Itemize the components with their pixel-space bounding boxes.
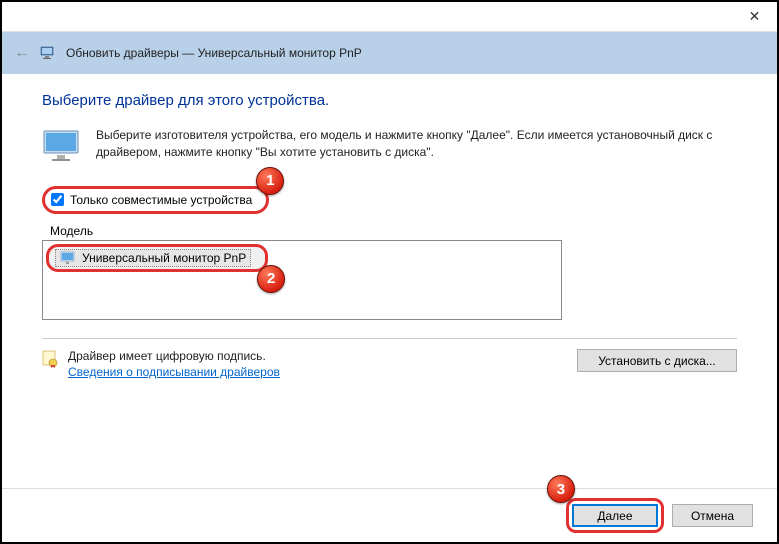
model-block: Модель Универсальный монитор PnP 2 — [42, 222, 562, 320]
monitor-header-icon — [40, 45, 56, 61]
monitor-large-icon — [42, 129, 82, 163]
dialog-header: ← Обновить драйверы — Универсальный мони… — [2, 32, 777, 74]
annotation-badge-1: 1 — [256, 167, 284, 195]
compatible-only-row: Только совместимые устройства 1 — [42, 186, 269, 214]
cancel-button[interactable]: Отмена — [672, 504, 753, 527]
signature-status: Драйвер имеет цифровую подпись. — [68, 349, 567, 363]
compatible-only-label: Только совместимые устройства — [70, 193, 252, 207]
signature-row: Драйвер имеет цифровую подпись. Сведения… — [42, 338, 737, 381]
monitor-small-icon — [60, 251, 76, 265]
close-button[interactable]: ✕ — [732, 2, 777, 31]
annotation-badge-2: 2 — [257, 265, 285, 293]
signature-info-link[interactable]: Сведения о подписывании драйверов — [68, 365, 280, 379]
dialog-content: Выберите драйвер для этого устройства. В… — [2, 74, 777, 488]
next-button-highlight: Далее 3 — [566, 498, 664, 533]
page-heading: Выберите драйвер для этого устройства. — [42, 92, 737, 109]
driver-update-dialog: ✕ ← Обновить драйверы — Универсальный мо… — [2, 2, 777, 542]
model-list[interactable]: Универсальный монитор PnP 2 — [42, 240, 562, 320]
certificate-icon — [42, 350, 58, 368]
model-list-item[interactable]: Универсальный монитор PnP 2 — [46, 244, 268, 272]
annotation-badge-3: 3 — [547, 475, 575, 503]
model-item-label: Универсальный монитор PnP — [82, 251, 246, 265]
dialog-footer: Далее 3 Отмена — [2, 488, 777, 542]
titlebar: ✕ — [2, 2, 777, 32]
instruction-text: Выберите изготовителя устройства, его мо… — [96, 127, 737, 162]
back-arrow-icon: ← — [14, 44, 30, 62]
dialog-title: Обновить драйверы — Универсальный монито… — [66, 46, 362, 60]
compatible-only-checkbox[interactable] — [51, 193, 64, 206]
close-icon: ✕ — [749, 8, 761, 25]
install-from-disk-button[interactable]: Установить с диска... — [577, 349, 737, 372]
next-button[interactable]: Далее — [572, 504, 658, 527]
model-column-header: Модель — [42, 222, 562, 240]
